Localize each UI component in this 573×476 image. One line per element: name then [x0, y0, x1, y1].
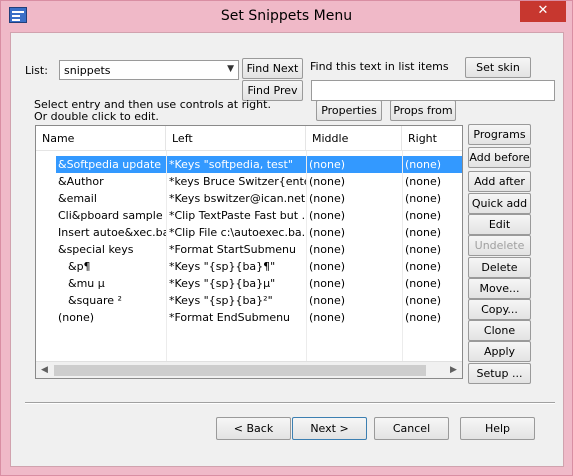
- dialog-window: Set Snippets Menu ✕ List: snippets ▼ Fin…: [0, 0, 573, 476]
- horizontal-scrollbar[interactable]: ◀ ▶: [36, 361, 462, 378]
- cancel-button[interactable]: Cancel: [374, 417, 449, 440]
- cell-left: *Keys "{sp}{ba}µ": [169, 277, 276, 290]
- cell-name: &p¶: [68, 260, 91, 273]
- list-dropdown-value: snippets: [64, 64, 111, 77]
- list-label: List:: [25, 64, 48, 77]
- scroll-right-icon[interactable]: ▶: [445, 362, 462, 378]
- move-button[interactable]: Move...: [468, 278, 531, 299]
- add-after-button[interactable]: Add after: [468, 171, 531, 192]
- undelete-button[interactable]: Undelete: [468, 235, 531, 256]
- cell-name: &square ²: [68, 294, 122, 307]
- chevron-down-icon: ▼: [227, 64, 234, 74]
- cell-right: (none): [405, 192, 442, 205]
- column-header-name[interactable]: Name: [36, 126, 166, 151]
- help-button[interactable]: Help: [460, 417, 535, 440]
- cell-name: &special keys: [58, 243, 134, 256]
- cell-name: &mu µ: [68, 277, 105, 290]
- column-header-middle[interactable]: Middle: [306, 126, 402, 151]
- cell-name: &Softpedia update: [56, 156, 166, 173]
- add-before-button[interactable]: Add before: [468, 147, 531, 168]
- find-label: Find this text in list items: [310, 60, 449, 73]
- cell-left: *Format EndSubmenu: [169, 311, 291, 324]
- find-text-input[interactable]: [311, 80, 555, 101]
- cell-middle: (none): [309, 311, 346, 324]
- cell-right: (none): [405, 260, 442, 273]
- table-row[interactable]: Cli&pboard sample *Clip TextPaste Fast b…: [36, 207, 462, 224]
- dialog-client: List: snippets ▼ Find Next Find Prev Fin…: [10, 32, 564, 467]
- cell-name: &Author: [58, 175, 104, 188]
- cell-name: &email: [58, 192, 97, 205]
- cell-right: (none): [405, 209, 442, 222]
- cell-right: (none): [405, 294, 442, 307]
- cell-middle: (none): [309, 226, 346, 239]
- back-button[interactable]: < Back: [216, 417, 291, 440]
- cell-name: (none): [58, 311, 95, 324]
- table-row[interactable]: &square ² *Keys "{sp}{ba}²" (none) (none…: [36, 292, 462, 309]
- set-skin-button[interactable]: Set skin: [465, 57, 531, 78]
- next-button[interactable]: Next >: [292, 417, 367, 440]
- cell-right: (none): [405, 311, 442, 324]
- separator-line: [25, 402, 555, 404]
- table-row[interactable]: (none) *Format EndSubmenu (none) (none): [36, 309, 462, 326]
- cell-left: *Keys "{sp}{ba}²": [169, 294, 273, 307]
- cell-right: (none): [405, 277, 442, 290]
- cell-right: (none): [403, 156, 462, 173]
- cell-right: (none): [405, 175, 442, 188]
- title-bar[interactable]: Set Snippets Menu ✕: [1, 1, 572, 31]
- window-title: Set Snippets Menu: [220, 8, 353, 24]
- programs-button[interactable]: Programs: [468, 124, 531, 145]
- cell-left: *Keys "softpedia, test": [167, 156, 306, 173]
- snippets-table[interactable]: Name Left Middle Right &Softpedia update…: [35, 125, 463, 379]
- props-from-button[interactable]: Props from ...: [390, 100, 456, 136]
- delete-button[interactable]: Delete: [468, 257, 531, 278]
- instruction-line-2: Or double click to edit.: [34, 110, 159, 123]
- cell-middle: (none): [309, 243, 346, 256]
- table-row[interactable]: &Softpedia update *Keys "softpedia, test…: [36, 156, 462, 173]
- apply-button[interactable]: Apply: [468, 341, 531, 362]
- cell-left: *Format StartSubmenu: [169, 243, 296, 256]
- find-next-button[interactable]: Find Next: [242, 58, 303, 79]
- quick-add-button[interactable]: Quick add: [468, 193, 531, 214]
- cell-middle: (none): [307, 156, 402, 173]
- clone-button[interactable]: Clone: [468, 320, 531, 341]
- table-row[interactable]: &Author *keys Bruce Switzer{ente... (non…: [36, 173, 462, 190]
- copy-button[interactable]: Copy...: [468, 299, 531, 320]
- setup-button[interactable]: Setup ...: [468, 363, 531, 384]
- cell-right: (none): [405, 226, 442, 239]
- cell-left: *Clip File c:\autoexec.ba...: [169, 226, 306, 239]
- close-button[interactable]: ✕: [520, 1, 566, 22]
- column-header-left[interactable]: Left: [166, 126, 306, 151]
- cell-right: (none): [405, 243, 442, 256]
- cell-middle: (none): [309, 277, 346, 290]
- cell-left: *Clip TextPaste Fast but ...: [169, 209, 306, 222]
- scroll-left-icon[interactable]: ◀: [36, 362, 53, 378]
- cell-left: *Keys "{sp}{ba}¶": [169, 260, 276, 273]
- cell-left: *Keys bswitzer@ican.net: [169, 192, 306, 205]
- edit-button[interactable]: Edit: [468, 214, 531, 235]
- cell-middle: (none): [309, 260, 346, 273]
- table-row[interactable]: &mu µ *Keys "{sp}{ba}µ" (none) (none): [36, 275, 462, 292]
- column-header-right[interactable]: Right: [402, 126, 462, 151]
- cell-name: Cli&pboard sample: [58, 209, 163, 222]
- cell-left: *keys Bruce Switzer{ente...: [169, 175, 306, 188]
- table-row[interactable]: &email *Keys bswitzer@ican.net (none) (n…: [36, 190, 462, 207]
- properties-button[interactable]: Properties ...: [316, 100, 382, 136]
- table-row[interactable]: Insert autoe&xec.bat *Clip File c:\autoe…: [36, 224, 462, 241]
- cell-middle: (none): [309, 209, 346, 222]
- cell-middle: (none): [309, 192, 346, 205]
- table-row[interactable]: &special keys *Format StartSubmenu (none…: [36, 241, 462, 258]
- table-header: Name Left Middle Right: [36, 126, 462, 151]
- table-row[interactable]: &p¶ *Keys "{sp}{ba}¶" (none) (none): [36, 258, 462, 275]
- cell-middle: (none): [309, 294, 346, 307]
- cell-name: Insert autoe&xec.bat: [58, 226, 166, 239]
- cell-middle: (none): [309, 175, 346, 188]
- list-dropdown[interactable]: snippets ▼: [59, 60, 239, 80]
- scrollbar-thumb[interactable]: [54, 365, 426, 376]
